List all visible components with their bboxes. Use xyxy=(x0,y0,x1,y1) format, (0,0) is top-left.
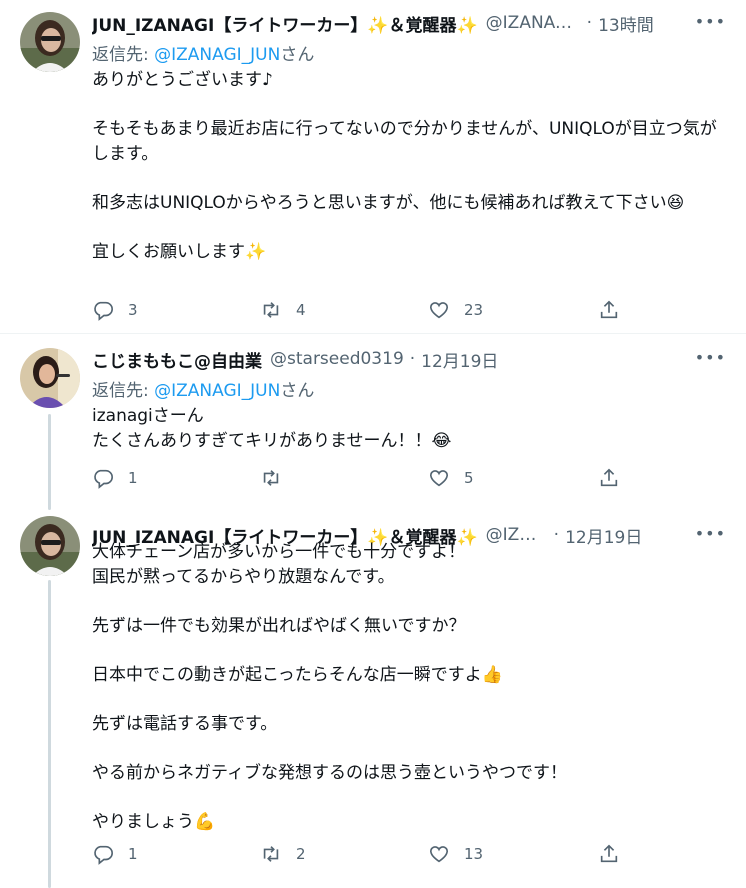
author-name[interactable]: JUN_IZANAGI【ライトワーカー】✨＆覚醒器✨ xyxy=(92,11,478,36)
separator: · xyxy=(586,13,593,33)
retweet-icon xyxy=(263,302,279,318)
retweet-button[interactable] xyxy=(260,464,296,492)
reply-count: 3 xyxy=(128,301,138,319)
reply-suffix: さん xyxy=(280,381,315,401)
reply-button[interactable]: 1 xyxy=(92,840,138,868)
like-count: 13 xyxy=(464,845,484,863)
reply-to-link[interactable]: @IZANAGI_JUN xyxy=(154,381,280,401)
share-button[interactable] xyxy=(598,296,620,324)
more-horizontal-icon[interactable]: ••• xyxy=(695,348,726,367)
like-button[interactable]: 23 xyxy=(428,296,483,324)
reply-button[interactable]: 3 xyxy=(92,296,138,324)
separator: · xyxy=(409,349,416,369)
author-name[interactable]: こじまももこ@自由業 xyxy=(92,347,262,372)
reply-icon xyxy=(94,469,113,489)
tweet-header: こじまももこ@自由業 @starseed0319 · 12月19日 ••• xyxy=(92,346,730,372)
reply-icon xyxy=(94,301,113,321)
tweet-text: izanagiさーん たくさんありすぎてキリがありませーん！！😂 xyxy=(92,406,452,451)
retweet-icon xyxy=(263,470,279,486)
retweet-button[interactable]: 4 xyxy=(260,296,306,324)
reply-suffix: さん xyxy=(280,45,315,65)
reply-count: 1 xyxy=(128,469,138,487)
tweet[interactable]: JUN_IZANAGI【ライトワーカー】✨＆覚醒器✨ @IZANAGI_JUN … xyxy=(0,510,746,888)
share-button[interactable] xyxy=(598,464,620,492)
reply-icon xyxy=(94,845,113,865)
share-icon xyxy=(600,300,618,319)
timestamp[interactable]: 12月19日 xyxy=(421,347,498,372)
reply-count: 1 xyxy=(128,845,138,863)
retweet-count: 4 xyxy=(296,301,306,319)
tweet-actions: 3 4 23 xyxy=(92,296,730,324)
tweet-text: ありがとうございます♪ そもそもあまり最近お店に行ってないので分かりませんが、U… xyxy=(92,70,717,262)
tweet-actions: 1 5 xyxy=(92,464,730,492)
share-icon xyxy=(600,468,618,487)
avatar[interactable] xyxy=(20,516,80,576)
retweet-icon xyxy=(263,846,279,862)
heart-icon xyxy=(429,302,449,319)
timestamp[interactable]: 13時間 xyxy=(598,11,654,36)
reply-context: 返信先: @IZANAGI_JUNさん xyxy=(92,40,314,65)
retweet-count: 2 xyxy=(296,845,306,863)
reply-prefix: 返信先: xyxy=(92,45,155,65)
tweet[interactable]: こじまももこ@自由業 @starseed0319 · 12月19日 ••• 返信… xyxy=(0,334,746,510)
thread-connector xyxy=(48,414,51,510)
reply-prefix: 返信先: xyxy=(92,381,155,401)
heart-icon xyxy=(429,470,449,487)
like-count: 5 xyxy=(464,469,474,487)
tweet-text: 大体チェーン店が多いから一件でも十分ですよ！ 国民が黙ってるからやり放題なんです… xyxy=(92,542,567,832)
reply-context: 返信先: @IZANAGI_JUNさん xyxy=(92,376,314,401)
retweet-button[interactable]: 2 xyxy=(260,840,306,868)
tweet-header: JUN_IZANAGI【ライトワーカー】✨＆覚醒器✨ @IZANAGI_JUN … xyxy=(92,10,730,36)
thread-connector xyxy=(48,580,51,888)
share-icon xyxy=(600,844,618,863)
avatar[interactable] xyxy=(20,348,80,408)
tweet-actions: 1 2 13 xyxy=(92,840,730,868)
avatar[interactable] xyxy=(20,12,80,72)
reply-button[interactable]: 1 xyxy=(92,464,138,492)
author-handle[interactable]: @IZANAGI_JUN xyxy=(486,13,581,33)
tweet[interactable]: JUN_IZANAGI【ライトワーカー】✨＆覚醒器✨ @IZANAGI_JUN … xyxy=(0,0,746,334)
reply-to-link[interactable]: @IZANAGI_JUN xyxy=(154,45,280,65)
like-button[interactable]: 5 xyxy=(428,464,474,492)
like-button[interactable]: 13 xyxy=(428,840,483,868)
share-button[interactable] xyxy=(598,840,620,868)
like-count: 23 xyxy=(464,301,484,319)
more-horizontal-icon[interactable]: ••• xyxy=(695,12,726,31)
heart-icon xyxy=(429,846,449,863)
author-handle[interactable]: @starseed0319 xyxy=(270,349,404,369)
